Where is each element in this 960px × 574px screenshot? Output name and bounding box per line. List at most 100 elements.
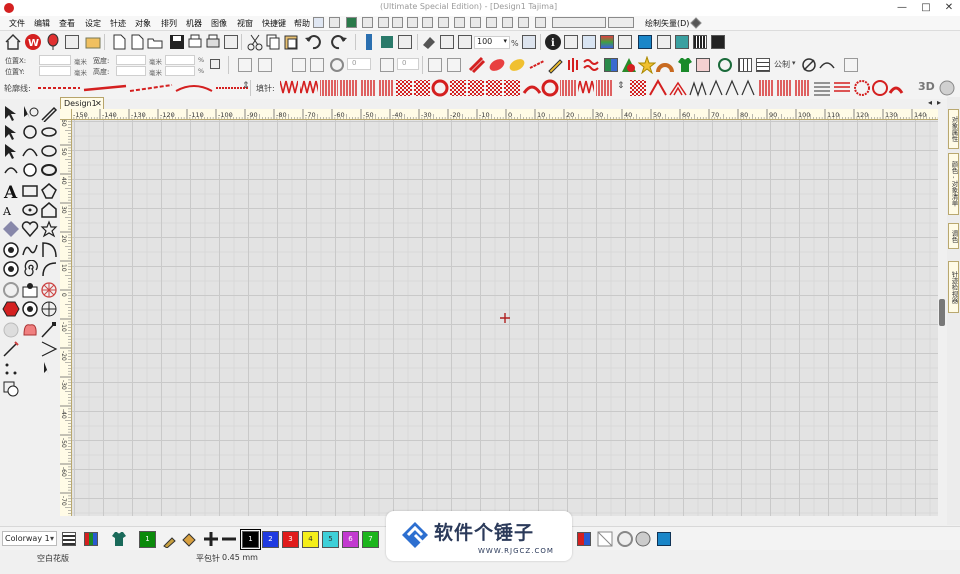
height-input[interactable] [116, 66, 146, 76]
open-icon[interactable] [146, 33, 164, 51]
polyline-select-icon[interactable] [2, 142, 20, 160]
rotate-input[interactable]: 0 [347, 58, 371, 70]
print-icon[interactable] [204, 33, 222, 51]
pen-icon[interactable] [690, 17, 702, 29]
redo-icon[interactable] [330, 33, 348, 51]
width-percent-input[interactable] [165, 55, 195, 65]
paint-bucket-icon[interactable] [180, 530, 198, 548]
shirt-icon[interactable] [676, 56, 694, 74]
slant-icon[interactable] [378, 56, 396, 74]
outline-styles-strip[interactable] [36, 81, 250, 95]
cursor-move-icon[interactable] [40, 360, 58, 378]
design-canvas[interactable] [72, 120, 938, 516]
target-icon[interactable] [21, 300, 39, 318]
magic-wand-icon[interactable] [21, 161, 39, 179]
garment-icon[interactable] [110, 530, 128, 548]
tab-close-button[interactable]: ✕ [95, 99, 102, 108]
menu-edit[interactable]: 编辑 [34, 18, 50, 29]
stitch-list-icon[interactable] [655, 33, 673, 51]
menu-arrange[interactable]: 排列 [161, 18, 177, 29]
add-color-icon[interactable] [202, 530, 220, 548]
minimize-button[interactable]: — [895, 1, 909, 14]
menu-window[interactable]: 视窗 [237, 18, 253, 29]
travel-icon[interactable] [360, 33, 378, 51]
sphere-view-icon[interactable] [938, 79, 956, 97]
align-icon[interactable] [438, 17, 449, 28]
tab-scroll-right-icon[interactable]: ▸ [937, 98, 941, 107]
menu-file[interactable]: 文件 [9, 18, 25, 29]
radial-icon[interactable] [40, 300, 58, 318]
undo-icon[interactable] [304, 33, 322, 51]
barcode-icon[interactable] [691, 33, 709, 51]
tatami-icon[interactable] [488, 56, 506, 74]
select-icon[interactable] [392, 17, 403, 28]
width-input[interactable] [116, 55, 146, 65]
close-button[interactable]: ✕ [942, 1, 956, 14]
machine-icon[interactable] [313, 17, 324, 28]
apply-button[interactable] [608, 17, 634, 28]
vertical-scroll-thumb[interactable] [939, 299, 945, 326]
needle-icon[interactable] [445, 56, 463, 74]
save-icon[interactable] [168, 33, 186, 51]
view-icon[interactable] [407, 17, 418, 28]
tab-design1[interactable]: Design1 ✕ [60, 97, 104, 109]
select-node-icon[interactable] [2, 123, 20, 141]
hexagon-icon[interactable] [2, 300, 20, 318]
menu-object[interactable]: 对象 [135, 18, 151, 29]
people-icon[interactable] [673, 33, 691, 51]
color-swatch-3[interactable]: 3 [282, 531, 299, 548]
menu-machine[interactable]: 机器 [186, 18, 202, 29]
remove-color-icon[interactable] [220, 530, 238, 548]
measure-icon[interactable] [456, 33, 474, 51]
view-design-icon[interactable] [520, 33, 538, 51]
pink-shape-icon[interactable] [21, 321, 39, 339]
digitize-circle-icon[interactable] [2, 241, 20, 259]
paste-icon[interactable] [282, 33, 300, 51]
polygon-icon[interactable] [40, 182, 58, 200]
slant-input[interactable]: 0 [397, 58, 419, 70]
outline-dropdown-arrow[interactable]: ⇕ [242, 81, 250, 91]
zoom-input[interactable]: 100 ▾ [474, 36, 510, 49]
vertical-scrollbar[interactable] [938, 109, 947, 516]
tab-stitch-viewer[interactable]: 针迹检视器 [948, 261, 959, 313]
satin-icon[interactable] [468, 56, 486, 74]
measure-tool-icon[interactable] [800, 56, 818, 74]
shape-icon[interactable] [620, 56, 638, 74]
menu-image[interactable]: 图像 [211, 18, 227, 29]
machine-format-icon[interactable] [562, 33, 580, 51]
color-film-icon[interactable] [598, 33, 616, 51]
complex-fill-icon[interactable] [508, 56, 526, 74]
color-swatch-2[interactable]: 2 [262, 531, 279, 548]
print-icon[interactable] [378, 17, 389, 28]
star-icon[interactable] [637, 55, 657, 75]
mirror-v-icon[interactable] [256, 56, 274, 74]
color-swatch-6[interactable]: 6 [342, 531, 359, 548]
appliqué-icon[interactable] [21, 281, 39, 299]
run-tool-icon[interactable] [2, 161, 20, 179]
wave-icon[interactable] [582, 56, 600, 74]
new-template-icon[interactable] [128, 33, 146, 51]
colorway-select[interactable]: Colorway 1 [2, 531, 57, 546]
menu-shortcuts[interactable]: 快捷键 [262, 18, 286, 29]
spool-icon[interactable] [616, 530, 634, 548]
mirror-icon[interactable] [518, 17, 529, 28]
bobbin-icon[interactable] [634, 530, 652, 548]
qr-icon[interactable] [709, 33, 727, 51]
folder-open-icon[interactable] [84, 33, 102, 51]
distribute-icon[interactable] [454, 17, 465, 28]
circle-select-icon[interactable] [21, 123, 39, 141]
export-icon[interactable] [222, 33, 240, 51]
mirror-h-icon[interactable] [236, 56, 254, 74]
print-preview-icon[interactable] [186, 33, 204, 51]
freehand-icon[interactable] [21, 241, 39, 259]
menu-stitch[interactable]: 针迹 [110, 18, 126, 29]
node-edit-icon[interactable] [426, 56, 444, 74]
ellipse-stitch-icon[interactable] [40, 123, 58, 141]
digitize-hole-icon[interactable] [2, 260, 20, 278]
preset-dropdown[interactable] [552, 17, 606, 28]
pos-y-input[interactable] [39, 66, 71, 76]
web-fill-icon[interactable] [40, 281, 58, 299]
stitch-player-icon[interactable] [396, 33, 414, 51]
wilcom-logo-icon[interactable]: W [24, 33, 42, 51]
tab-color-palette[interactable]: 调色 [948, 223, 959, 249]
